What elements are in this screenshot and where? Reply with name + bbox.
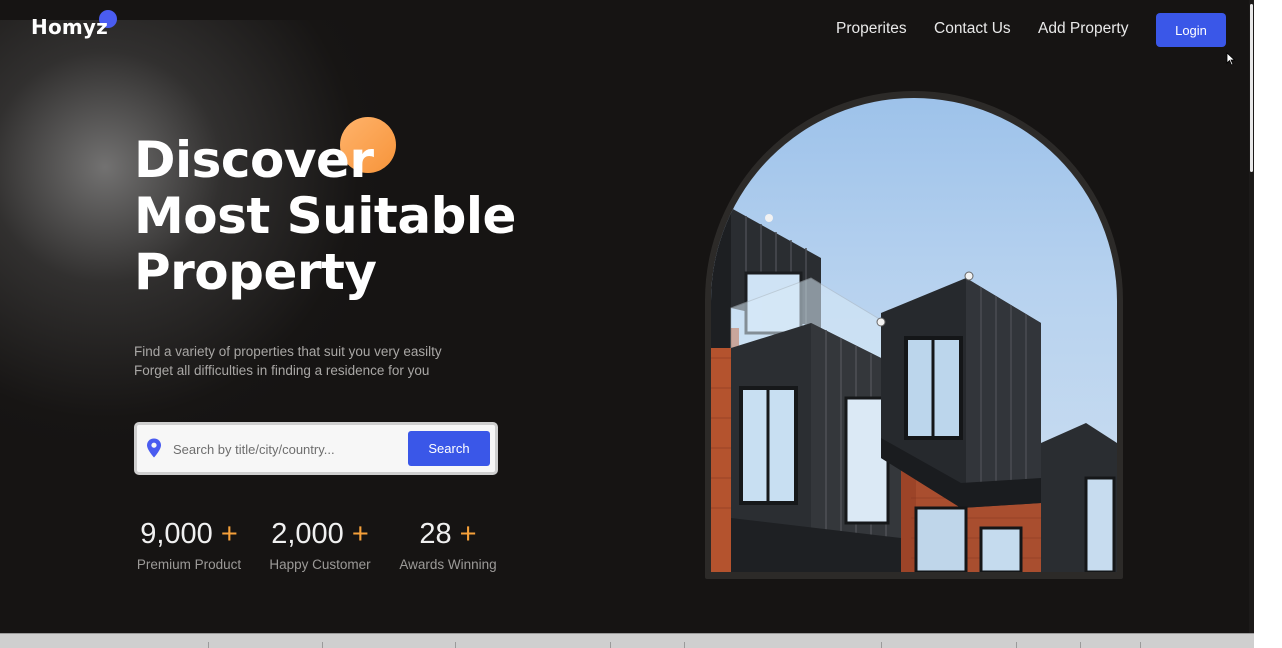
- hero-title-line-3: Property: [134, 243, 377, 301]
- scrollbar-thumb[interactable]: [1250, 4, 1253, 172]
- location-pin-icon: [147, 438, 161, 458]
- nav-item-add-property[interactable]: Add Property: [1038, 20, 1128, 42]
- stat-value-wrap: 9,000 +: [134, 518, 244, 551]
- search-bar: Search: [134, 422, 498, 475]
- logo-text: Homyz: [31, 15, 108, 39]
- hero-subtitle-line-2: Forget all difficulties in finding a res…: [134, 363, 430, 378]
- hero-title: Discover Most Suitable Property: [134, 132, 554, 300]
- stat-value: 2,000: [271, 518, 344, 550]
- stat-value: 9,000: [140, 518, 213, 550]
- nav-item-properties[interactable]: Properites: [836, 20, 907, 42]
- strip-divider: [1080, 642, 1081, 648]
- page: Homyz Properites Contact Us Add Property…: [0, 0, 1254, 648]
- hero-title-line-1: Discover: [134, 131, 374, 189]
- stat-value: 28: [419, 518, 452, 550]
- stat-awards-winning: 28 + Awards Winning: [396, 518, 500, 572]
- stat-label: Happy Customer: [269, 557, 371, 572]
- logo[interactable]: Homyz: [31, 15, 108, 39]
- stat-plus: +: [220, 518, 238, 550]
- hero-subtitle-line-1: Find a variety of properties that suit y…: [134, 344, 442, 359]
- hero-subtitle: Find a variety of properties that suit y…: [134, 342, 494, 380]
- strip-divider: [208, 642, 209, 648]
- stat-plus: +: [459, 518, 477, 550]
- hero-building-image: [711, 98, 1117, 572]
- strip-divider: [684, 642, 685, 648]
- strip-divider: [322, 642, 323, 648]
- stat-happy-customer: 2,000 + Happy Customer: [266, 518, 374, 572]
- bottom-strip: [0, 633, 1254, 648]
- mouse-cursor-icon: [1226, 52, 1236, 66]
- strip-divider: [881, 642, 882, 648]
- stat-plus: +: [351, 518, 369, 550]
- strip-divider: [1016, 642, 1017, 648]
- strip-divider: [455, 642, 456, 648]
- stat-premium-product: 9,000 + Premium Product: [134, 518, 244, 572]
- building-illustration: [711, 198, 1117, 572]
- stat-value-wrap: 28 +: [396, 518, 500, 551]
- stat-label: Awards Winning: [399, 557, 497, 572]
- strip-divider: [1140, 642, 1141, 648]
- search-button[interactable]: Search: [408, 431, 490, 466]
- stat-label: Premium Product: [136, 557, 242, 572]
- hero-title-line-2: Most Suitable: [134, 187, 516, 245]
- search-input[interactable]: [173, 437, 401, 461]
- strip-divider: [610, 642, 611, 648]
- login-button[interactable]: Login: [1156, 13, 1226, 47]
- stat-value-wrap: 2,000 +: [266, 518, 374, 551]
- window-edge: [1254, 0, 1282, 648]
- nav-item-contact-us[interactable]: Contact Us: [934, 20, 1011, 42]
- hero-image-frame: [705, 91, 1123, 579]
